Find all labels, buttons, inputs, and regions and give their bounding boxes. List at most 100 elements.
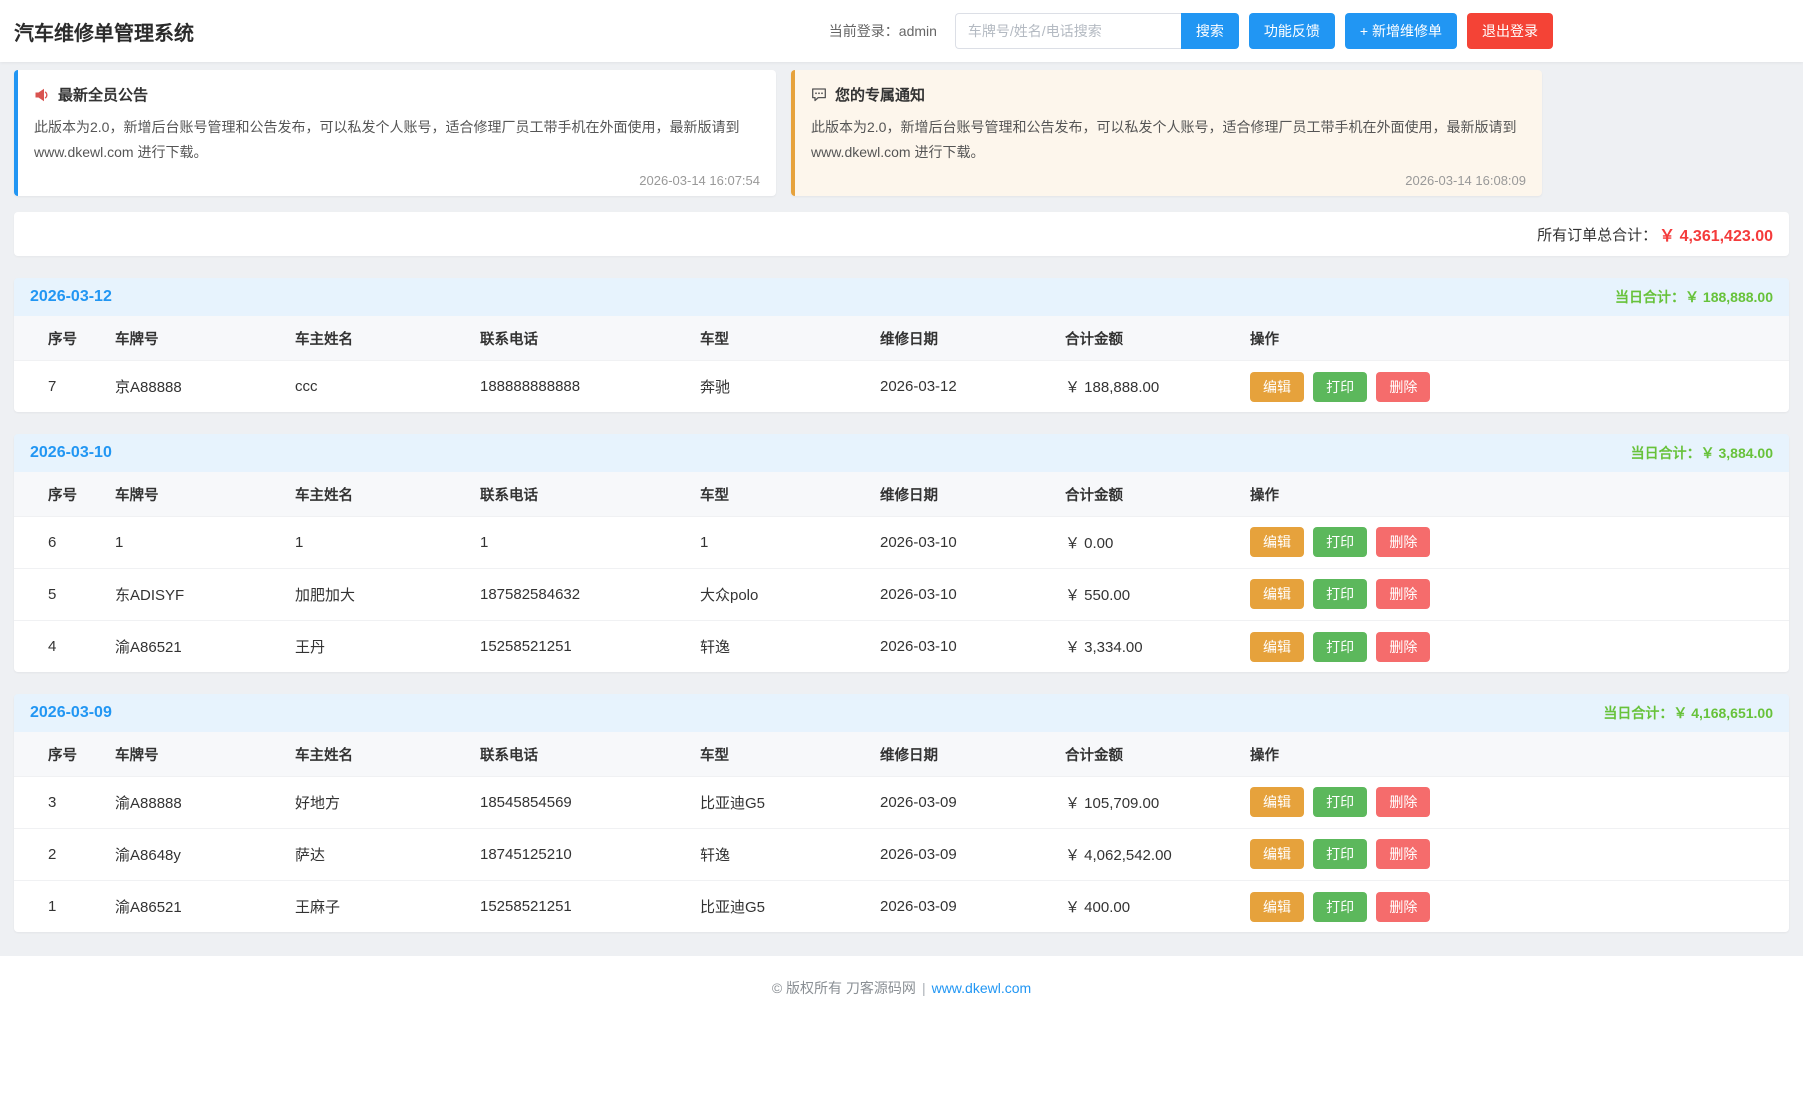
cell-model: 轩逸	[687, 620, 867, 672]
cell-date: 2026-03-10	[867, 516, 1052, 568]
cell-actions: 编辑 打印 删除	[1237, 516, 1789, 568]
table-body: 6 1 1 1 1 2026-03-10 ￥ 0.00 编辑 打印 删除 5 东…	[14, 516, 1789, 672]
column-header: 合计金额	[1052, 316, 1237, 360]
announcement-timestamp: 2026-03-14 16:07:54	[34, 173, 760, 188]
cell-amount: ￥ 105,709.00	[1052, 776, 1237, 828]
column-header: 车型	[687, 732, 867, 776]
table-row: 6 1 1 1 1 2026-03-10 ￥ 0.00 编辑 打印 删除	[14, 516, 1789, 568]
edit-button[interactable]: 编辑	[1250, 839, 1304, 869]
table-header-row: 序号车牌号车主姓名联系电话车型维修日期合计金额操作	[14, 316, 1789, 360]
logout-button[interactable]: 退出登录	[1467, 13, 1553, 49]
cell-date: 2026-03-09	[867, 828, 1052, 880]
edit-button[interactable]: 编辑	[1250, 632, 1304, 662]
search-button[interactable]: 搜索	[1181, 13, 1239, 49]
delete-button[interactable]: 删除	[1376, 892, 1430, 922]
cell-seq: 2	[14, 828, 102, 880]
delete-button[interactable]: 删除	[1376, 839, 1430, 869]
edit-button[interactable]: 编辑	[1250, 579, 1304, 609]
footer-link[interactable]: www.dkewl.com	[932, 980, 1032, 996]
cell-plate: 京A88888	[102, 360, 282, 412]
table-header-row: 序号车牌号车主姓名联系电话车型维修日期合计金额操作	[14, 472, 1789, 516]
cell-date: 2026-03-10	[867, 568, 1052, 620]
orders-total-label: 所有订单总合计：	[1537, 224, 1657, 245]
cell-actions: 编辑 打印 删除	[1237, 360, 1789, 412]
print-button[interactable]: 打印	[1313, 892, 1367, 922]
print-button[interactable]: 打印	[1313, 579, 1367, 609]
cell-owner: 萨达	[282, 828, 467, 880]
column-header: 车牌号	[102, 732, 282, 776]
cell-actions: 编辑 打印 删除	[1237, 828, 1789, 880]
notice-body: 此版本为2.0，新增后台账号管理和公告发布，可以私发个人账号，适合修理厂员工带手…	[811, 115, 1526, 165]
column-header: 车牌号	[102, 316, 282, 360]
cell-actions: 编辑 打印 删除	[1237, 776, 1789, 828]
print-button[interactable]: 打印	[1313, 632, 1367, 662]
cell-phone: 18745125210	[467, 828, 687, 880]
table-row: 5 东ADISYF 加肥加大 187582584632 大众polo 2026-…	[14, 568, 1789, 620]
cell-model: 1	[687, 516, 867, 568]
column-header: 联系电话	[467, 316, 687, 360]
column-header: 车主姓名	[282, 316, 467, 360]
edit-button[interactable]: 编辑	[1250, 892, 1304, 922]
date-group: 2026-03-10 当日合计：￥ 3,884.00 序号车牌号车主姓名联系电话…	[14, 434, 1789, 672]
print-button[interactable]: 打印	[1313, 839, 1367, 869]
date-group-header: 2026-03-12 当日合计：￥ 188,888.00	[14, 278, 1789, 316]
cell-model: 大众polo	[687, 568, 867, 620]
cell-seq: 1	[14, 880, 102, 932]
edit-button[interactable]: 编辑	[1250, 372, 1304, 402]
orders-table: 序号车牌号车主姓名联系电话车型维修日期合计金额操作 7 京A88888 ccc …	[14, 316, 1789, 412]
table-row: 3 渝A88888 好地方 18545854569 比亚迪G5 2026-03-…	[14, 776, 1789, 828]
cell-actions: 编辑 打印 删除	[1237, 880, 1789, 932]
delete-button[interactable]: 删除	[1376, 372, 1430, 402]
group-date: 2026-03-12	[30, 288, 112, 306]
print-button[interactable]: 打印	[1313, 372, 1367, 402]
edit-button[interactable]: 编辑	[1250, 787, 1304, 817]
cell-amount: ￥ 188,888.00	[1052, 360, 1237, 412]
date-groups: 2026-03-12 当日合计：￥ 188,888.00 序号车牌号车主姓名联系…	[14, 278, 1789, 932]
cell-seq: 3	[14, 776, 102, 828]
notices: 最新全员公告 此版本为2.0，新增后台账号管理和公告发布，可以私发个人账号，适合…	[14, 70, 1789, 196]
cell-plate: 渝A88888	[102, 776, 282, 828]
cell-model: 轩逸	[687, 828, 867, 880]
delete-button[interactable]: 删除	[1376, 632, 1430, 662]
footer: © 版权所有 刀客源码网|www.dkewl.com	[0, 956, 1803, 1116]
column-header: 车主姓名	[282, 472, 467, 516]
column-header: 操作	[1237, 316, 1789, 360]
private-notice-card: 您的专属通知 此版本为2.0，新增后台账号管理和公告发布，可以私发个人账号，适合…	[791, 70, 1542, 196]
search-group: 搜索	[955, 13, 1239, 49]
delete-button[interactable]: 删除	[1376, 527, 1430, 557]
search-input[interactable]	[955, 13, 1181, 49]
cell-owner: 加肥加大	[282, 568, 467, 620]
group-daily-total: 当日合计：￥ 3,884.00	[1631, 443, 1773, 463]
cell-date: 2026-03-09	[867, 880, 1052, 932]
delete-button[interactable]: 删除	[1376, 787, 1430, 817]
delete-button[interactable]: 删除	[1376, 579, 1430, 609]
footer-divider: |	[922, 980, 926, 996]
announcement-title-row: 最新全员公告	[34, 84, 760, 105]
feedback-button[interactable]: 功能反馈	[1249, 13, 1335, 49]
cell-model: 比亚迪G5	[687, 880, 867, 932]
column-header: 联系电话	[467, 732, 687, 776]
group-daily-total: 当日合计：￥ 188,888.00	[1615, 287, 1773, 307]
edit-button[interactable]: 编辑	[1250, 527, 1304, 557]
announcement-title: 最新全员公告	[58, 84, 148, 105]
cell-phone: 15258521251	[467, 880, 687, 932]
add-repair-order-button[interactable]: + 新增维修单	[1345, 13, 1457, 49]
print-button[interactable]: 打印	[1313, 787, 1367, 817]
column-header: 序号	[14, 732, 102, 776]
group-date: 2026-03-09	[30, 704, 112, 722]
cell-plate: 东ADISYF	[102, 568, 282, 620]
app-title: 汽车维修单管理系统	[14, 17, 194, 46]
cell-seq: 6	[14, 516, 102, 568]
cell-owner: 1	[282, 516, 467, 568]
cell-amount: ￥ 550.00	[1052, 568, 1237, 620]
cell-phone: 15258521251	[467, 620, 687, 672]
column-header: 车主姓名	[282, 732, 467, 776]
cell-amount: ￥ 400.00	[1052, 880, 1237, 932]
table-row: 2 渝A8648y 萨达 18745125210 轩逸 2026-03-09 ￥…	[14, 828, 1789, 880]
cell-owner: 王麻子	[282, 880, 467, 932]
cell-amount: ￥ 4,062,542.00	[1052, 828, 1237, 880]
orders-total-bar: 所有订单总合计： ￥ 4,361,423.00	[14, 212, 1789, 256]
table-row: 4 渝A86521 王丹 15258521251 轩逸 2026-03-10 ￥…	[14, 620, 1789, 672]
print-button[interactable]: 打印	[1313, 527, 1367, 557]
cell-plate: 渝A8648y	[102, 828, 282, 880]
